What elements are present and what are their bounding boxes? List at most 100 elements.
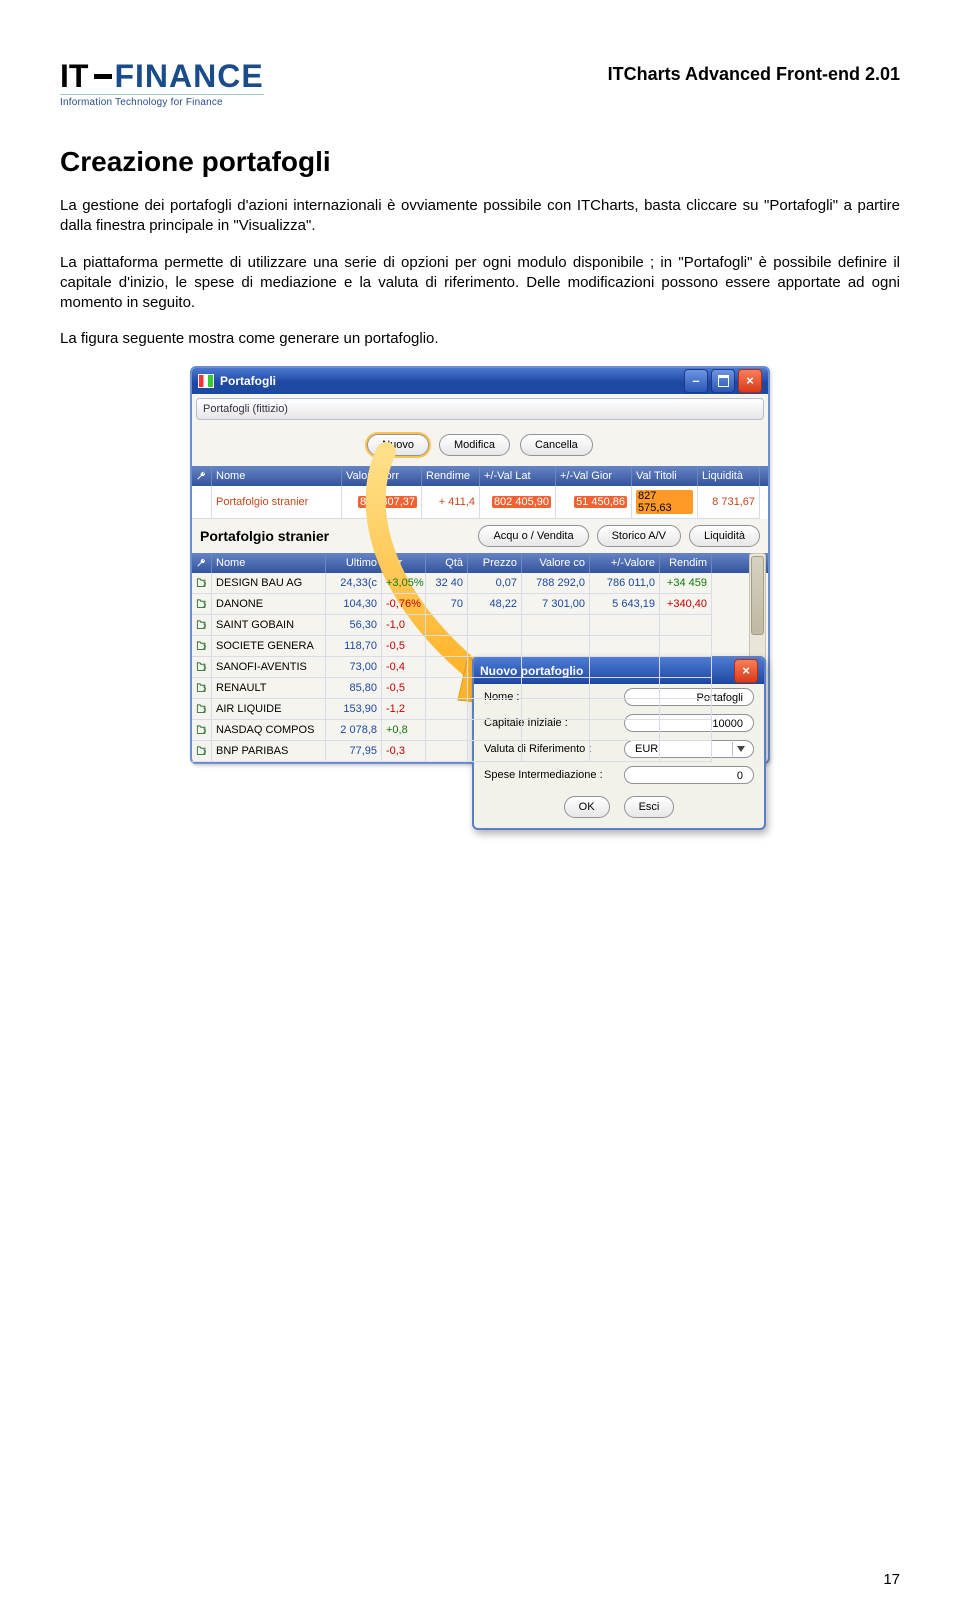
nuovo-button[interactable]: Nuovo <box>367 434 429 456</box>
portfolio-name: Portafolgio stranier <box>212 486 342 519</box>
asset-valore: 7 301,00 <box>522 594 590 615</box>
col-var[interactable]: Var <box>382 553 426 573</box>
col-valore[interactable]: Valore corr <box>342 466 422 486</box>
maximize-button[interactable] <box>711 369 735 393</box>
asset-valore <box>522 699 590 720</box>
spese-input[interactable]: 0 <box>624 766 754 784</box>
wrench-icon[interactable] <box>192 553 212 573</box>
document-title: ITCharts Advanced Front-end 2.01 <box>608 60 900 85</box>
window-title: Portafogli <box>220 374 276 388</box>
asset-qta <box>426 678 468 699</box>
logo-tagline: Information Technology for Finance <box>60 94 264 108</box>
esci-button[interactable]: Esci <box>624 796 675 818</box>
asset-qta <box>426 720 468 741</box>
asset-var: -1,0 <box>382 615 426 636</box>
asset-rend: +34 459 <box>660 573 712 594</box>
form-row-spese: Spese Intermediazione : 0 <box>474 762 764 788</box>
portfolio-window: Portafogli – × Portafogli (fittizio) Nuo… <box>190 366 770 764</box>
asset-prezzo <box>468 741 522 762</box>
liquidita-button[interactable]: Liquidità <box>689 525 760 547</box>
row-icon[interactable] <box>192 657 212 678</box>
minimize-button[interactable]: – <box>684 369 708 393</box>
row-icon[interactable] <box>192 699 212 720</box>
asset-prezzo <box>468 720 522 741</box>
asset-valore <box>522 657 590 678</box>
col-ultimo[interactable]: Ultimo <box>326 553 382 573</box>
asset-row[interactable]: SAINT GOBAIN56,30-1,0 <box>192 615 768 636</box>
asset-row[interactable]: AIR LIQUIDE153,90-1,2 <box>192 699 768 720</box>
asset-row[interactable]: SOCIETE GENERA118,70-0,5 <box>192 636 768 657</box>
acquisto-vendita-button[interactable]: Acqu o / Vendita <box>478 525 588 547</box>
asset-pm <box>590 636 660 657</box>
asset-ultimo: 118,70 <box>326 636 382 657</box>
asset-ultimo: 104,30 <box>326 594 382 615</box>
col-vallat[interactable]: +/-Val Lat <box>480 466 556 486</box>
ok-button[interactable]: OK <box>564 796 610 818</box>
row-icon[interactable] <box>192 720 212 741</box>
portfolio-valgior: 51 450,86 <box>574 496 627 508</box>
asset-name: RENAULT <box>212 678 326 699</box>
row-icon[interactable] <box>192 636 212 657</box>
portfolio-grid-header: Nome Valore corr Rendime +/-Val Lat +/-V… <box>192 466 768 486</box>
asset-row[interactable]: DESIGN BAU AG24,33(c+3,05%32 400,07788 2… <box>192 573 768 594</box>
asset-var: -0,76% <box>382 594 426 615</box>
portfolio-rend: + 411,4 <box>422 486 480 519</box>
cancella-button[interactable]: Cancella <box>520 434 593 456</box>
col-valtitoli[interactable]: Val Titoli <box>632 466 698 486</box>
titlebar[interactable]: Portafogli – × <box>192 368 768 394</box>
storico-button[interactable]: Storico A/V <box>597 525 681 547</box>
asset-rend <box>660 615 712 636</box>
portfolio-subtitle-row: Portafolgio stranier Acqu o / Vendita St… <box>192 519 768 553</box>
wrench-icon[interactable] <box>192 466 212 486</box>
row-icon[interactable] <box>192 573 212 594</box>
asset-name: DANONE <box>212 594 326 615</box>
col-rendime[interactable]: Rendime <box>422 466 480 486</box>
col-qta[interactable]: Qtà <box>426 553 468 573</box>
asset-row[interactable]: DANONE104,30-0,76%7048,227 301,005 643,1… <box>192 594 768 615</box>
asset-rend <box>660 657 712 678</box>
row-icon[interactable] <box>192 615 212 636</box>
logo-finance: FINANCE <box>114 60 263 92</box>
row-icon[interactable] <box>192 594 212 615</box>
asset-row[interactable]: RENAULT85,80-0,5 <box>192 678 768 699</box>
asset-ultimo: 24,33(c <box>326 573 382 594</box>
asset-valore <box>522 720 590 741</box>
page-number: 17 <box>883 1571 900 1588</box>
asset-prezzo <box>468 678 522 699</box>
asset-name: AIR LIQUIDE <box>212 699 326 720</box>
asset-rend <box>660 678 712 699</box>
col-valgior[interactable]: +/-Val Gior <box>556 466 632 486</box>
asset-row[interactable]: NASDAQ COMPOS2 078,8+0,8 <box>192 720 768 741</box>
row-icon[interactable] <box>192 741 212 762</box>
asset-prezzo <box>468 657 522 678</box>
asset-row[interactable]: SANOFI-AVENTIS73,00-0,4 <box>192 657 768 678</box>
asset-var: -0,3 <box>382 741 426 762</box>
asset-row[interactable]: BNP PARIBAS77,95-0,3 <box>192 741 768 762</box>
asset-qta <box>426 615 468 636</box>
modifica-button[interactable]: Modifica <box>439 434 510 456</box>
col-valoreco[interactable]: Valore co <box>522 553 590 573</box>
col-pmvalore[interactable]: +/-Valore <box>590 553 660 573</box>
asset-var: -0,4 <box>382 657 426 678</box>
col-nome[interactable]: Nome <box>212 466 342 486</box>
asset-name: BNP PARIBAS <box>212 741 326 762</box>
portfolio-valtitoli: 827 575,63 <box>636 490 693 514</box>
asset-pm <box>590 657 660 678</box>
paragraph-3: La figura seguente mostra come generare … <box>60 329 900 349</box>
asset-pm <box>590 678 660 699</box>
col-prezzo[interactable]: Prezzo <box>468 553 522 573</box>
col-asset-nome[interactable]: Nome <box>212 553 326 573</box>
asset-prezzo <box>468 699 522 720</box>
asset-var: +3,05% <box>382 573 426 594</box>
portfolio-row[interactable]: Portafolgio stranier 836 307,37 + 411,4 … <box>192 486 768 519</box>
col-liquidita[interactable]: Liquidità <box>698 466 760 486</box>
asset-prezzo: 48,22 <box>468 594 522 615</box>
close-button[interactable]: × <box>738 369 762 393</box>
asset-pm <box>590 720 660 741</box>
asset-pm: 786 011,0 <box>590 573 660 594</box>
asset-name: SAINT GOBAIN <box>212 615 326 636</box>
asset-rend <box>660 720 712 741</box>
portfolio-tab[interactable]: Portafogli (fittizio) <box>196 398 764 420</box>
row-icon[interactable] <box>192 678 212 699</box>
col-rendim[interactable]: Rendim <box>660 553 712 573</box>
